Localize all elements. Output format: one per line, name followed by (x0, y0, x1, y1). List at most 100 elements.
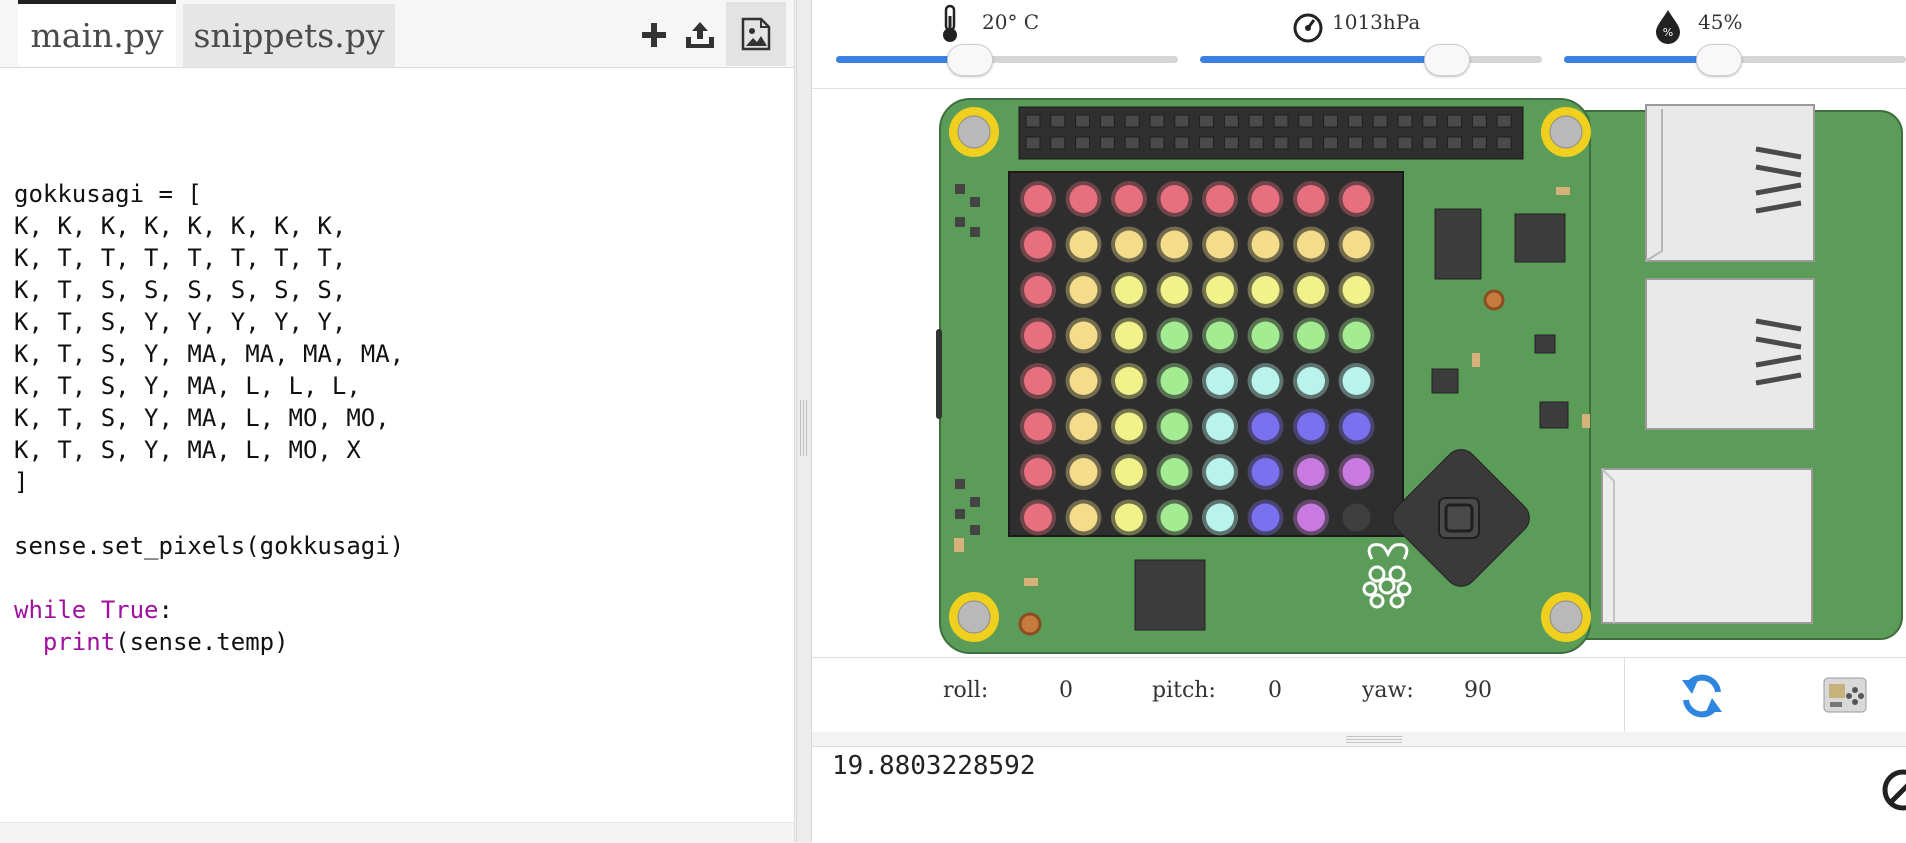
chip (1431, 368, 1459, 394)
keyword-print: print (42, 628, 116, 656)
roll-label: roll: (943, 678, 989, 703)
led-pixel (1342, 367, 1371, 395)
gpio-pin (1025, 136, 1041, 150)
gpio-pin (1471, 114, 1487, 128)
capacitor (1483, 289, 1505, 311)
led-pixel (1251, 367, 1280, 395)
humidity-drop-icon: % (1656, 10, 1680, 44)
code-colon: : (158, 596, 173, 624)
board-area (812, 89, 1906, 657)
board-toggle-button[interactable] (1822, 674, 1868, 716)
slider-thumb[interactable] (1424, 44, 1471, 76)
pitch-value[interactable]: 0 (1268, 678, 1282, 703)
gpio-pin (1099, 136, 1115, 150)
gpio-pin (1323, 114, 1339, 128)
led-pixel (1206, 503, 1234, 532)
gpio-pin (1496, 114, 1512, 128)
tab-main-py[interactable]: main.py (18, 0, 176, 66)
refresh-icon (1682, 674, 1722, 718)
led-pixel (1297, 503, 1325, 532)
gpio-pin (1223, 114, 1239, 128)
led-pixel (1024, 321, 1052, 350)
gpio-pin (1496, 136, 1512, 150)
led-pixel (1115, 412, 1143, 441)
code-line: gokkusagi = [ (14, 180, 202, 208)
code-line: K, T, S, Y, MA, MA, MA, MA, (14, 340, 405, 368)
upload-button[interactable] (683, 18, 717, 52)
gpio-pin (1422, 136, 1438, 150)
reset-orientation-button[interactable] (1678, 672, 1726, 720)
slider-thumb[interactable] (947, 44, 994, 76)
led-pixel (1206, 321, 1234, 350)
led-pixel (1024, 412, 1052, 441)
humidity-slider[interactable] (1564, 44, 1906, 76)
led-pixel (1115, 185, 1143, 213)
gpio-pin (1174, 114, 1190, 128)
gpio-pin (1347, 114, 1363, 128)
gauge-icon (1293, 13, 1323, 43)
gpio-pin (1025, 114, 1041, 128)
led-pixel (1342, 503, 1371, 532)
upload-icon (686, 22, 714, 48)
code-line: ] (14, 468, 29, 496)
led-pixel (1115, 276, 1143, 304)
tab-label: snippets.py (193, 16, 385, 55)
drag-handle[interactable] (800, 400, 807, 456)
editor-pane: main.py snippets.py gokkusagi = [ K, K, … (0, 0, 795, 843)
pitch-label: pitch: (1152, 678, 1216, 703)
slider-thumb[interactable] (1695, 44, 1742, 76)
led-pixel (1069, 185, 1098, 213)
drag-handle[interactable] (1346, 735, 1402, 743)
code-line: sense.set_pixels(gokkusagi) (14, 532, 405, 560)
led-pixel (1024, 185, 1052, 213)
sensor-controls: 20° C 1013hPa % 45% (812, 0, 1906, 89)
clear-icon (1882, 769, 1906, 811)
led-pixel (1206, 276, 1234, 304)
yaw-value[interactable]: 90 (1464, 678, 1492, 703)
led-pixel (1024, 367, 1052, 395)
led-pixel (1024, 276, 1052, 304)
image-button[interactable] (726, 2, 786, 66)
led-pixel (1160, 458, 1189, 486)
gpio-pin (1050, 136, 1066, 150)
temperature-control: 20° C (812, 0, 1178, 88)
led-pixel (1069, 230, 1098, 259)
pane-divider[interactable] (796, 0, 812, 842)
roll-value[interactable]: 0 (1059, 678, 1073, 703)
gpio-pin (1199, 136, 1215, 150)
orientation-bar: roll: 0 pitch: 0 yaw: 90 (812, 657, 1906, 734)
gpio-pin (1223, 136, 1239, 150)
led-pixel (1342, 276, 1371, 304)
code-editor[interactable]: gokkusagi = [ K, K, K, K, K, K, K, K, K,… (14, 178, 404, 658)
led-pixel (1297, 412, 1325, 441)
gpio-pin (1397, 136, 1413, 150)
led-pixel (1297, 230, 1325, 259)
gpio-pin (1397, 114, 1413, 128)
gpio-pin (1248, 114, 1264, 128)
console-resizer[interactable] (812, 732, 1906, 746)
clear-console-button[interactable] (1880, 767, 1906, 817)
temperature-slider[interactable] (836, 44, 1178, 76)
gpio-pin (1075, 136, 1091, 150)
add-file-button[interactable] (637, 18, 671, 52)
gpio-pin (1422, 114, 1438, 128)
pressure-slider[interactable] (1200, 44, 1542, 76)
tab-snippets-py[interactable]: snippets.py (183, 4, 395, 67)
led-pixel (1342, 412, 1371, 441)
led-pixel (1069, 458, 1098, 486)
image-icon (741, 17, 771, 51)
yaw-label: yaw: (1362, 678, 1414, 703)
led-pixel (1206, 230, 1234, 259)
led-pixel (1160, 367, 1189, 395)
edge-connector (936, 329, 942, 419)
led-pixel (1160, 321, 1189, 350)
led-pixel (1069, 503, 1098, 532)
led-pixel (1160, 276, 1189, 304)
chip (1434, 208, 1482, 280)
led-pixel (1115, 321, 1143, 350)
editor-tab-bar: main.py snippets.py (0, 0, 794, 68)
keyword-while: while (14, 596, 87, 624)
led-pixel (1160, 230, 1189, 259)
mounting-hole (949, 592, 999, 642)
chip (1514, 213, 1566, 263)
